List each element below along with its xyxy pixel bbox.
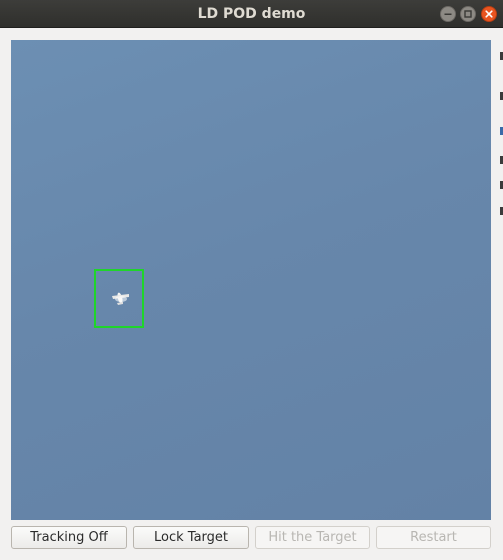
video-feed[interactable] xyxy=(11,40,491,520)
window-titlebar[interactable]: LD POD demo xyxy=(0,0,503,28)
maximize-button[interactable] xyxy=(460,6,476,22)
tracking-off-button[interactable]: Tracking Off xyxy=(11,526,127,549)
hit-the-target-button[interactable]: Hit the Target xyxy=(255,526,370,549)
restart-button[interactable]: Restart xyxy=(376,526,491,549)
maximize-icon xyxy=(464,10,472,18)
minimize-button[interactable] xyxy=(440,6,456,22)
aircraft-target-icon xyxy=(112,292,129,305)
minimize-icon xyxy=(444,13,452,15)
lock-target-button[interactable]: Lock Target xyxy=(133,526,249,549)
close-button[interactable] xyxy=(481,6,497,22)
close-icon xyxy=(485,10,493,18)
window-title: LD POD demo xyxy=(197,6,306,22)
window-edge xyxy=(495,40,503,520)
